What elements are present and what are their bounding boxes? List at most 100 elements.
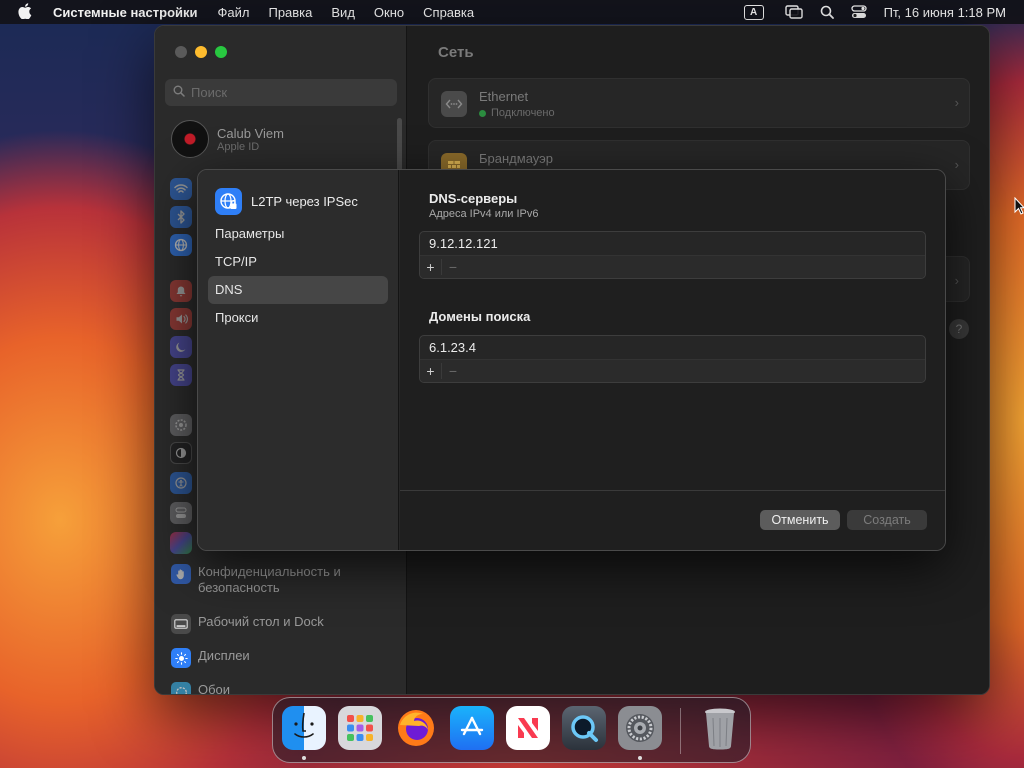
screen-mirroring-icon[interactable] (784, 5, 803, 19)
list-controls: + − (420, 256, 925, 278)
focus-icon[interactable] (170, 336, 192, 358)
list-item[interactable]: 6.1.23.4 (420, 336, 925, 360)
trash-icon[interactable] (698, 706, 742, 750)
quicktime-icon[interactable] (562, 706, 606, 750)
add-search-domain-button[interactable]: + (420, 363, 442, 379)
dock (272, 697, 751, 763)
menu-help[interactable]: Справка (423, 5, 474, 20)
firefox-icon[interactable] (394, 706, 438, 750)
search-icon (173, 85, 185, 100)
bluetooth-icon[interactable] (170, 206, 192, 228)
notifications-icon[interactable] (170, 280, 192, 302)
wifi-icon[interactable] (170, 178, 192, 200)
add-dns-server-button[interactable]: + (420, 259, 442, 275)
input-source-menu[interactable]: A (743, 4, 764, 20)
list-item[interactable]: 9.12.12.121 (420, 232, 925, 256)
status-text: Подключено (491, 107, 555, 119)
appearance-icon[interactable] (170, 442, 192, 464)
menu-view[interactable]: Вид (331, 5, 355, 20)
sheet-nav: Параметры TCP/IP DNS Прокси (208, 220, 388, 332)
zoom-button[interactable] (215, 46, 227, 58)
app-menu[interactable]: Системные настройки (53, 5, 198, 20)
menu-bar: Системные настройки Файл Правка Вид Окно… (0, 0, 1024, 24)
network-service-ethernet[interactable]: Ethernet Подключено › (428, 78, 970, 128)
running-indicator (302, 756, 306, 760)
clock[interactable]: Пт, 16 июня 1:18 PM (884, 5, 1006, 20)
dock-separator (680, 708, 681, 754)
spotlight-search-icon[interactable] (820, 5, 834, 19)
menu-bar-status: A Пт, 16 июня 1:18 PM (743, 0, 1024, 24)
menu-file[interactable]: Файл (218, 5, 250, 20)
screen-time-icon[interactable] (170, 364, 192, 386)
sidebar-list: Конфиденциальность и безопасность Рабочи… (171, 564, 397, 695)
create-button[interactable]: Создать (847, 510, 927, 530)
search-field[interactable] (165, 79, 397, 106)
menu-window[interactable]: Окно (374, 5, 404, 20)
launchpad-icon[interactable] (338, 706, 382, 750)
dock-icon (171, 614, 191, 634)
nav-item-tcpip[interactable]: TCP/IP (208, 248, 388, 276)
dns-pane: DNS-серверы Адреса IPv4 или IPv6 9.12.12… (400, 170, 945, 550)
general-icon[interactable] (170, 414, 192, 436)
input-source-badge: A (743, 4, 764, 20)
nav-item-proxies[interactable]: Прокси (208, 304, 388, 332)
network-service-name: Брандмауэр (479, 151, 553, 166)
control-centre-icon[interactable] (170, 502, 192, 524)
list-controls: + − (420, 360, 925, 382)
remove-dns-server-button[interactable]: − (442, 259, 464, 275)
network-service-name: Ethernet (479, 89, 529, 104)
chevron-right-icon: › (954, 157, 959, 172)
search-domains-list: 6.1.23.4 + − (419, 335, 926, 383)
cancel-button[interactable]: Отменить (760, 510, 840, 530)
news-icon[interactable] (506, 706, 550, 750)
window-controls (175, 46, 227, 58)
remove-search-domain-button[interactable]: − (442, 363, 464, 379)
sidebar-item-privacy[interactable]: Конфиденциальность и безопасность (171, 564, 397, 596)
status-dot (479, 109, 486, 117)
wallpaper-icon (171, 682, 191, 694)
sound-icon[interactable] (170, 308, 192, 330)
sheet-sidebar: L2TP через IPSec Параметры TCP/IP DNS Пр… (198, 170, 399, 550)
divider (400, 490, 945, 491)
dns-servers-title: DNS-серверы (429, 191, 518, 206)
siri-icon[interactable] (170, 532, 192, 554)
menu-edit[interactable]: Правка (268, 5, 312, 20)
sidebar-item-label: Дисплеи (198, 648, 250, 663)
vpn-globe-icon (215, 188, 242, 215)
chevron-right-icon: › (954, 95, 959, 110)
network-service-status: Подключено (479, 107, 555, 119)
apple-logo-icon[interactable] (18, 2, 36, 22)
vpn-configuration-sheet: L2TP через IPSec Параметры TCP/IP DNS Пр… (197, 169, 946, 551)
vpn-header: L2TP через IPSec (215, 188, 358, 215)
vpn-title: L2TP через IPSec (251, 194, 358, 209)
app-store-icon[interactable] (450, 706, 494, 750)
dns-servers-subtitle: Адреса IPv4 или IPv6 (429, 208, 539, 220)
sidebar-item-label: Конфиденциальность и безопасность (198, 564, 341, 595)
ethernet-icon (441, 91, 467, 117)
page-title: Сеть (438, 44, 474, 61)
nav-item-parameters[interactable]: Параметры (208, 220, 388, 248)
sidebar-item-label: Рабочий стол и Dock (198, 614, 324, 629)
user-subtitle: Apple ID (217, 140, 260, 153)
avatar (171, 120, 209, 158)
sidebar-item-desktop-dock[interactable]: Рабочий стол и Dock (171, 614, 397, 634)
chevron-right-icon: › (954, 273, 959, 288)
sidebar-item-displays[interactable]: Дисплеи (171, 648, 397, 668)
mouse-cursor-icon (1014, 196, 1024, 215)
system-settings-icon[interactable] (618, 706, 662, 750)
nav-item-dns[interactable]: DNS (208, 276, 388, 304)
finder-icon[interactable] (282, 706, 326, 750)
hand-icon (171, 564, 191, 584)
search-input[interactable] (191, 85, 381, 100)
minimize-button[interactable] (195, 46, 207, 58)
help-button[interactable]: ? (949, 319, 969, 339)
control-center-icon[interactable] (850, 5, 867, 19)
sun-icon (171, 648, 191, 668)
sidebar-item-wallpaper[interactable]: Обои (171, 682, 397, 695)
running-indicator (638, 756, 642, 760)
accessibility-icon[interactable] (170, 472, 192, 494)
sidebar-item-label: Обои (198, 682, 231, 695)
apple-id-row[interactable]: Calub Viem Apple ID (171, 120, 284, 158)
network-icon[interactable] (170, 234, 192, 256)
close-button[interactable] (175, 46, 187, 58)
